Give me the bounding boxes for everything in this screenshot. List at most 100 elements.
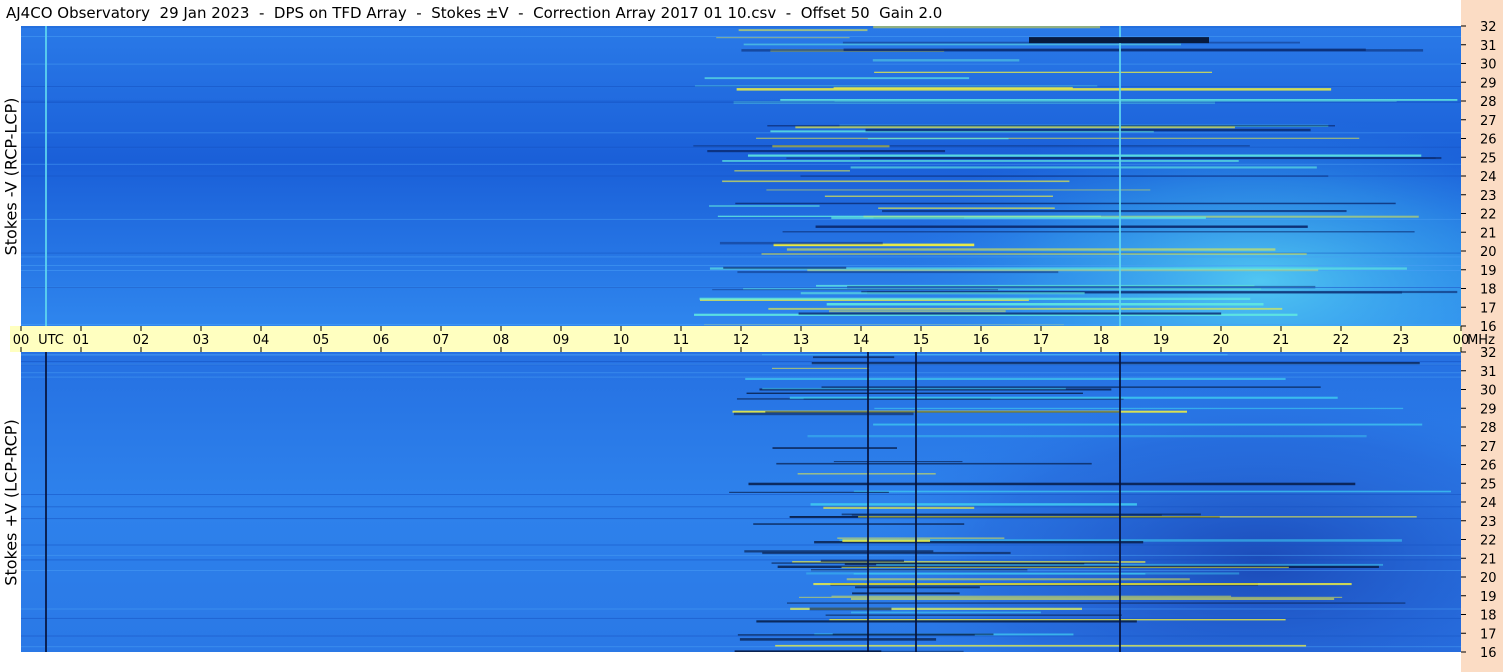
rfi-streak — [855, 586, 980, 589]
rfi-streak — [776, 462, 1092, 465]
time-tick-label: 10 — [613, 333, 630, 348]
rfi-streak — [815, 225, 1308, 228]
rfi-streak — [739, 638, 937, 641]
rfi-streak — [709, 205, 820, 207]
background-streak — [21, 86, 1461, 87]
background-streak — [21, 617, 1461, 619]
background-streak — [21, 26, 1461, 28]
time-tick-label: 16 — [973, 333, 990, 348]
background-streak — [21, 372, 1461, 374]
rfi-streak — [719, 241, 883, 245]
rfi-streak — [693, 145, 1250, 147]
background-streak — [21, 102, 1461, 103]
background-streak — [21, 544, 1461, 546]
rfi-streak — [810, 503, 1137, 506]
freq-tick-label: 24 — [1480, 170, 1497, 185]
rfi-streak — [786, 248, 1276, 251]
rfi-streak — [798, 312, 1222, 315]
freq-tick-label: 16 — [1480, 646, 1497, 661]
freq-tick-label: 21 — [1480, 552, 1497, 567]
rfi-streak — [741, 49, 1424, 52]
utc-time-axis: 00 01 02 03 04 05 06 07 08 09 10 11 12 13 14 15 16 17 18 19… — [10, 326, 1495, 352]
rfi-streak — [841, 566, 1289, 569]
background-streak — [21, 494, 1461, 495]
background-streak — [21, 506, 1461, 508]
rfi-streak — [723, 266, 847, 269]
background-streak — [21, 361, 1461, 362]
rfi-streak — [756, 620, 1137, 623]
time-tick-label: 04 — [253, 333, 270, 348]
freq-tick-label: 18 — [1480, 609, 1497, 624]
freq-tick-label: 27 — [1480, 440, 1497, 455]
background-streak — [21, 354, 1461, 356]
freq-tick-label: 28 — [1480, 421, 1497, 436]
rfi-streak — [873, 423, 1423, 426]
background-streak — [21, 256, 1461, 258]
background-streak — [21, 63, 1461, 65]
rfi-streak — [734, 170, 850, 172]
background-streak — [21, 132, 1461, 134]
rfi-streak — [850, 597, 1335, 600]
utc-label: UTC — [38, 333, 64, 348]
rfi-streak — [826, 303, 1264, 306]
freq-tick-label: 23 — [1480, 515, 1497, 530]
time-tick-label: 18 — [1093, 333, 1110, 348]
freq-tick-label: 22 — [1480, 534, 1497, 549]
rfi-streak — [833, 461, 963, 463]
time-tick-label: 13 — [793, 333, 810, 348]
rfi-streak — [800, 292, 1085, 295]
rfi-streak — [872, 59, 1020, 62]
background-streak — [21, 570, 1461, 571]
rfi-streak — [837, 537, 1005, 539]
rfi-streak — [765, 411, 1121, 413]
rfi-streak — [850, 166, 1317, 169]
freq-tick-label: 23 — [1480, 189, 1497, 204]
rfi-streak — [853, 573, 1146, 575]
rfi-streak — [737, 271, 1059, 274]
vertical-event-line — [45, 26, 47, 326]
time-tick-label: 14 — [853, 333, 870, 348]
freq-tick-label: 29 — [1480, 76, 1497, 91]
time-tick-label: 06 — [373, 333, 390, 348]
rfi-streak — [812, 356, 895, 359]
rfi-streak — [712, 289, 998, 291]
freq-tick-label: 17 — [1480, 301, 1497, 316]
rfi-streak — [828, 310, 1006, 313]
rfi-streak — [782, 231, 1415, 233]
time-tick-label: 02 — [133, 333, 150, 348]
rfi-streak — [747, 154, 1422, 157]
time-tick-label: 03 — [193, 333, 210, 348]
rfi-streak — [766, 189, 1151, 191]
rfi-streak — [744, 550, 934, 553]
time-tick-label: 23 — [1393, 333, 1410, 348]
freq-tick-label: 16 — [1480, 320, 1497, 335]
freq-tick-label: 32 — [1480, 20, 1497, 35]
background-streak — [21, 163, 1461, 165]
background-streak — [21, 175, 1461, 177]
background-streak — [21, 518, 1461, 520]
vertical-event-line — [867, 352, 869, 652]
freq-tick-label: 25 — [1480, 477, 1497, 492]
rfi-streak — [803, 398, 991, 400]
rfi-streak — [874, 71, 1213, 73]
rfi-streak — [736, 88, 1332, 91]
freq-tick-label: 30 — [1480, 384, 1497, 399]
rfi-streak — [876, 563, 1384, 566]
background-streak — [21, 270, 1461, 271]
freq-tick-label: 31 — [1480, 39, 1497, 54]
freq-tick-label: 28 — [1480, 95, 1497, 110]
time-tick-label: 00 — [13, 333, 30, 348]
time-tick-label: 01 — [73, 333, 90, 348]
background-streak — [21, 363, 1461, 365]
time-tick-label: 19 — [1153, 333, 1170, 348]
rfi-streak — [813, 583, 1352, 586]
rfi-streak — [786, 602, 1406, 604]
background-streak — [21, 146, 1461, 148]
freq-tick-label: 25 — [1480, 151, 1497, 166]
background-streak — [21, 218, 1461, 220]
freq-tick-label: 19 — [1480, 590, 1497, 605]
rfi-streak — [745, 377, 1286, 380]
background-streak — [21, 376, 1461, 378]
dark-burst — [1029, 37, 1209, 44]
rfi-streak — [853, 490, 1451, 493]
